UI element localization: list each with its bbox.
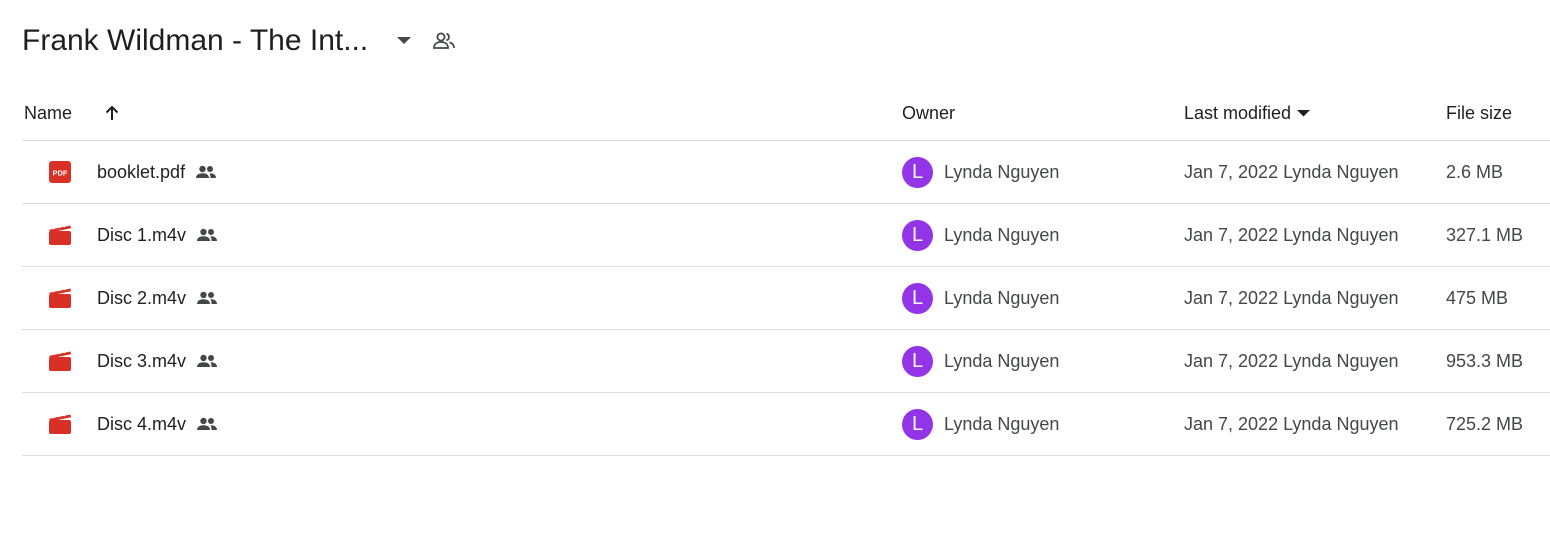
column-last-modified[interactable]: Last modified [1184,86,1311,140]
last-modified: Jan 7, 2022 Lynda Nguyen [1184,350,1399,371]
file-size: 2.6 MB [1446,161,1504,182]
file-name: Disc 1.m4v [97,224,187,245]
column-last-modified-label: Last modified [1184,102,1292,123]
table-row[interactable]: Disc 4.m4v L Lynda Nguyen Jan 7, 2022 Ly… [22,393,1550,456]
owner-cell: L Lynda Nguyen [902,141,1059,203]
file-name: Disc 4.m4v [97,413,187,434]
video-icon [48,393,72,455]
pdf-icon: PDF [48,141,72,203]
caret-down-icon[interactable] [388,25,420,57]
file-size: 327.1 MB [1446,224,1524,245]
table-row[interactable]: Disc 1.m4v L Lynda Nguyen Jan 7, 2022 Ly… [22,204,1550,267]
file-name-cell: Disc 2.m4v [97,267,218,329]
last-modified: Jan 7, 2022 Lynda Nguyen [1184,161,1399,182]
owner-name: Lynda Nguyen [944,224,1060,245]
file-name: booklet.pdf [97,161,186,182]
file-name-cell: Disc 1.m4v [97,204,218,266]
avatar[interactable]: L [902,408,933,440]
file-size: 725.2 MB [1446,413,1524,434]
owner-cell: L Lynda Nguyen [902,330,1059,392]
owner-cell: L Lynda Nguyen [902,267,1059,329]
table-row[interactable]: Disc 2.m4v L Lynda Nguyen Jan 7, 2022 Ly… [22,267,1550,330]
table-header: Name Owner Last modified File size [22,86,1550,141]
folder-header: Frank Wildman - The Int... [22,18,462,64]
owner-name: Lynda Nguyen [944,413,1060,434]
owner-cell: L Lynda Nguyen [902,393,1059,455]
shared-people-icon [195,165,217,179]
video-icon [48,267,72,329]
owner-cell: L Lynda Nguyen [902,204,1059,266]
people-outline-icon[interactable] [426,23,462,59]
arrow-up-icon[interactable] [100,101,124,125]
owner-name: Lynda Nguyen [944,350,1060,371]
file-name-cell: Disc 4.m4v [97,393,218,455]
shared-people-icon [196,417,218,431]
file-name: Disc 3.m4v [97,350,187,371]
file-name: Disc 2.m4v [97,287,187,308]
column-owner[interactable]: Owner [902,86,955,140]
table-row[interactable]: PDF booklet.pdf L Lynda Nguyen Jan 7, 20… [22,141,1550,204]
last-modified: Jan 7, 2022 Lynda Nguyen [1184,413,1399,434]
file-size: 953.3 MB [1446,350,1524,371]
owner-name: Lynda Nguyen [944,287,1060,308]
column-name[interactable]: Name [24,86,72,140]
file-rows: PDF booklet.pdf L Lynda Nguyen Jan 7, 20… [22,141,1550,456]
avatar[interactable]: L [902,219,933,251]
file-name-cell: booklet.pdf [97,141,217,203]
avatar[interactable]: L [902,282,933,314]
last-modified: Jan 7, 2022 Lynda Nguyen [1184,224,1399,245]
table-row[interactable]: Disc 3.m4v L Lynda Nguyen Jan 7, 2022 Ly… [22,330,1550,393]
file-size: 475 MB [1446,287,1509,308]
column-file-size[interactable]: File size [1446,86,1512,140]
video-icon [48,330,72,392]
owner-name: Lynda Nguyen [944,161,1060,182]
file-list: Name Owner Last modified File size PDF b… [22,86,1550,456]
last-modified: Jan 7, 2022 Lynda Nguyen [1184,287,1399,308]
folder-title[interactable]: Frank Wildman - The Int... [22,24,368,58]
svg-text:PDF: PDF [53,169,68,178]
video-icon [48,204,72,266]
shared-people-icon [196,291,218,305]
shared-people-icon [196,228,218,242]
caret-down-icon [1297,109,1311,117]
avatar[interactable]: L [902,156,933,188]
file-name-cell: Disc 3.m4v [97,330,218,392]
shared-people-icon [196,354,218,368]
avatar[interactable]: L [902,345,933,377]
